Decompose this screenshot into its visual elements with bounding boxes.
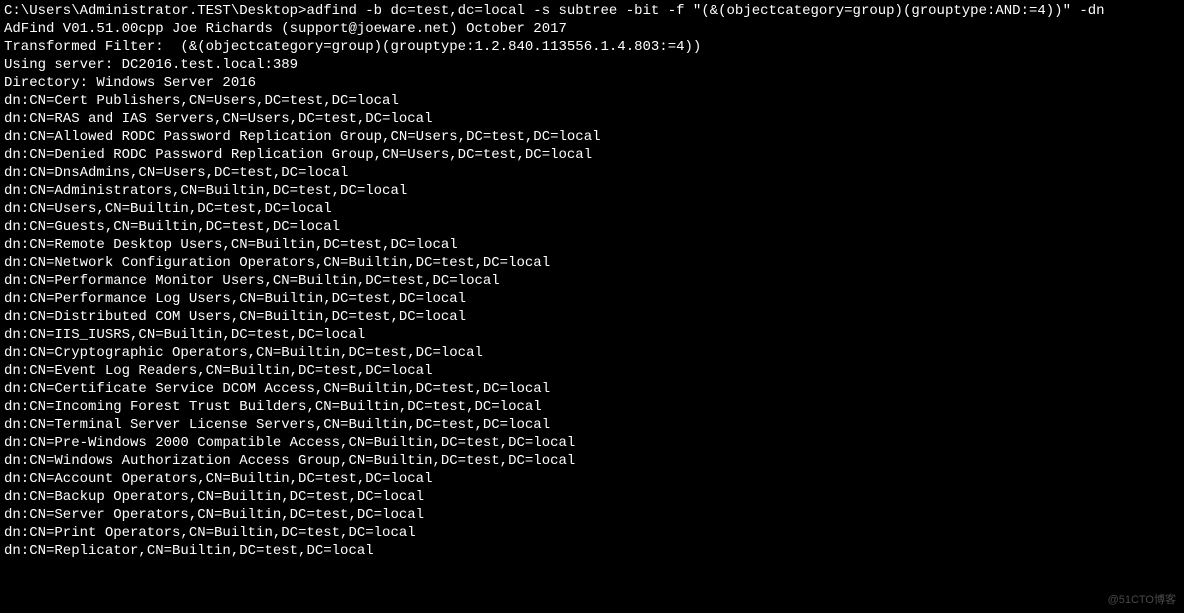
banner-line: AdFind V01.51.00cpp Joe Richards (suppor… xyxy=(4,20,1180,38)
directory-line: Directory: Windows Server 2016 xyxy=(4,74,1180,92)
dn-entry: dn:CN=Administrators,CN=Builtin,DC=test,… xyxy=(4,182,1180,200)
dn-entry: dn:CN=Remote Desktop Users,CN=Builtin,DC… xyxy=(4,236,1180,254)
command-line: C:\Users\Administrator.TEST\Desktop>adfi… xyxy=(4,2,1180,20)
dn-entry: dn:CN=DnsAdmins,CN=Users,DC=test,DC=loca… xyxy=(4,164,1180,182)
dn-entry: dn:CN=Guests,CN=Builtin,DC=test,DC=local xyxy=(4,218,1180,236)
dn-entry: dn:CN=Certificate Service DCOM Access,CN… xyxy=(4,380,1180,398)
dn-entry: dn:CN=Distributed COM Users,CN=Builtin,D… xyxy=(4,308,1180,326)
dn-results: dn:CN=Cert Publishers,CN=Users,DC=test,D… xyxy=(4,92,1180,560)
watermark-text: @51CTO博客 xyxy=(1108,591,1176,607)
dn-entry: dn:CN=Pre-Windows 2000 Compatible Access… xyxy=(4,434,1180,452)
dn-entry: dn:CN=Replicator,CN=Builtin,DC=test,DC=l… xyxy=(4,542,1180,560)
dn-entry: dn:CN=Print Operators,CN=Builtin,DC=test… xyxy=(4,524,1180,542)
dn-entry: dn:CN=Performance Log Users,CN=Builtin,D… xyxy=(4,290,1180,308)
dn-entry: dn:CN=Allowed RODC Password Replication … xyxy=(4,128,1180,146)
dn-entry: dn:CN=Backup Operators,CN=Builtin,DC=tes… xyxy=(4,488,1180,506)
prompt-text: C:\Users\Administrator.TEST\Desktop> xyxy=(4,3,306,19)
dn-entry: dn:CN=Account Operators,CN=Builtin,DC=te… xyxy=(4,470,1180,488)
dn-entry: dn:CN=IIS_IUSRS,CN=Builtin,DC=test,DC=lo… xyxy=(4,326,1180,344)
dn-entry: dn:CN=Performance Monitor Users,CN=Built… xyxy=(4,272,1180,290)
filter-line: Transformed Filter: (&(objectcategory=gr… xyxy=(4,38,1180,56)
terminal-output[interactable]: C:\Users\Administrator.TEST\Desktop>adfi… xyxy=(0,0,1184,562)
command-text: adfind -b dc=test,dc=local -s subtree -b… xyxy=(306,3,1104,19)
server-line: Using server: DC2016.test.local:389 xyxy=(4,56,1180,74)
dn-entry: dn:CN=Windows Authorization Access Group… xyxy=(4,452,1180,470)
dn-entry: dn:CN=Server Operators,CN=Builtin,DC=tes… xyxy=(4,506,1180,524)
dn-entry: dn:CN=Event Log Readers,CN=Builtin,DC=te… xyxy=(4,362,1180,380)
dn-entry: dn:CN=Incoming Forest Trust Builders,CN=… xyxy=(4,398,1180,416)
dn-entry: dn:CN=Denied RODC Password Replication G… xyxy=(4,146,1180,164)
dn-entry: dn:CN=Network Configuration Operators,CN… xyxy=(4,254,1180,272)
dn-entry: dn:CN=Cert Publishers,CN=Users,DC=test,D… xyxy=(4,92,1180,110)
dn-entry: dn:CN=Cryptographic Operators,CN=Builtin… xyxy=(4,344,1180,362)
dn-entry: dn:CN=Terminal Server License Servers,CN… xyxy=(4,416,1180,434)
dn-entry: dn:CN=Users,CN=Builtin,DC=test,DC=local xyxy=(4,200,1180,218)
dn-entry: dn:CN=RAS and IAS Servers,CN=Users,DC=te… xyxy=(4,110,1180,128)
